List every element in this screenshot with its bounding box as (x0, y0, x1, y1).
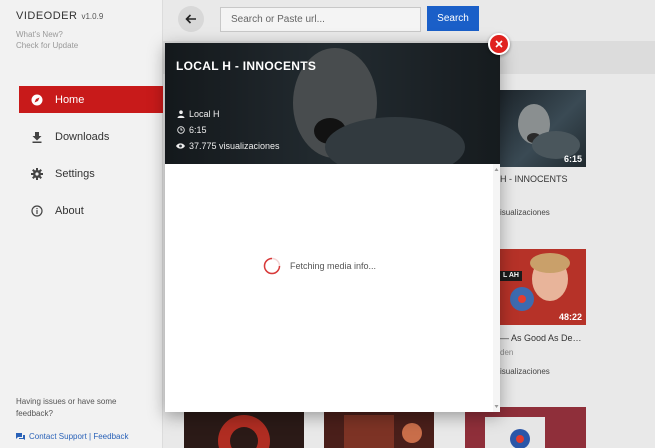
loading-text: Fetching media info... (290, 261, 377, 271)
sidebar-item-about[interactable]: About (19, 197, 163, 224)
video-thumbnail[interactable] (324, 411, 434, 448)
support-label: Contact Support | Feedback (29, 432, 129, 441)
gear-icon (31, 167, 43, 180)
thumbnail-image (485, 417, 545, 448)
sidebar-item-settings[interactable]: Settings (19, 160, 163, 187)
sidebar-item-label: Home (55, 93, 85, 106)
media-info-modal: LOCAL H - INNOCENTS Local H 6:15 37.775 … (165, 43, 500, 412)
close-icon (495, 40, 503, 48)
modal-views-row: 37.775 visualizaciones (176, 141, 280, 151)
video-title[interactable]: — As Good As De… (500, 333, 590, 343)
thumbnail-image (344, 415, 422, 448)
app-name: VIDEODER (16, 10, 78, 22)
video-duration: 6:15 (563, 154, 582, 164)
eye-icon (176, 142, 185, 151)
compass-icon (31, 94, 43, 106)
clock-icon (176, 126, 185, 135)
modal-duration: 6:15 (189, 125, 207, 135)
video-thumbnail[interactable]: 6:15 (500, 90, 586, 167)
modal-views: 37.775 visualizaciones (189, 141, 280, 151)
sidebar-item-label: Settings (55, 167, 95, 180)
thumbnail-label: L AH (503, 272, 519, 279)
sidebar-item-home[interactable]: Home (19, 86, 163, 113)
search-button[interactable]: Search (427, 6, 479, 31)
issues-text: Having issues or have some feedback? (16, 397, 117, 418)
video-views: isualizaciones (500, 208, 550, 217)
video-thumbnail[interactable] (184, 411, 304, 448)
modal-channel: Local H (189, 109, 220, 119)
scroll-down-icon[interactable] (494, 404, 499, 409)
back-button[interactable] (178, 6, 204, 32)
search-input[interactable] (220, 7, 421, 32)
download-icon (31, 131, 43, 143)
arrow-left-icon (185, 14, 196, 24)
modal-scrollbar[interactable] (493, 164, 500, 412)
spinner-icon (263, 257, 281, 275)
info-icon (31, 204, 43, 217)
video-title[interactable]: H - INNOCENTS (500, 174, 590, 184)
chat-icon (16, 432, 25, 440)
app-version: v1.0.9 (81, 12, 104, 21)
scroll-up-icon[interactable] (494, 167, 499, 172)
person-icon (176, 110, 185, 119)
close-modal-button[interactable] (488, 33, 510, 55)
check-update-link[interactable]: Check for Update (16, 41, 78, 50)
thumbnail-image (218, 415, 270, 448)
whats-new-link[interactable]: What's New? (16, 30, 63, 39)
app-brand: VIDEODER v1.0.9 (16, 10, 103, 22)
sidebar: VIDEODER v1.0.9 What's New? Check for Upd… (0, 0, 163, 448)
video-duration: 48:22 (558, 312, 582, 322)
sidebar-item-label: Downloads (55, 130, 110, 143)
modal-header: LOCAL H - INNOCENTS Local H 6:15 37.775 … (165, 43, 500, 164)
video-channel: den (500, 348, 514, 357)
loading-indicator: Fetching media info... (263, 257, 376, 275)
modal-channel-row: Local H (176, 109, 220, 119)
video-thumbnail[interactable] (465, 407, 586, 448)
video-views: isualizaciones (500, 367, 550, 376)
sidebar-item-downloads[interactable]: Downloads (19, 123, 163, 150)
modal-duration-row: 6:15 (176, 125, 207, 135)
modal-video-title: LOCAL H - INNOCENTS (176, 59, 317, 73)
contact-support-link[interactable]: Contact Support | Feedback (16, 432, 128, 441)
video-thumbnail[interactable]: L AH 48:22 (500, 249, 586, 325)
sidebar-item-label: About (55, 204, 84, 217)
